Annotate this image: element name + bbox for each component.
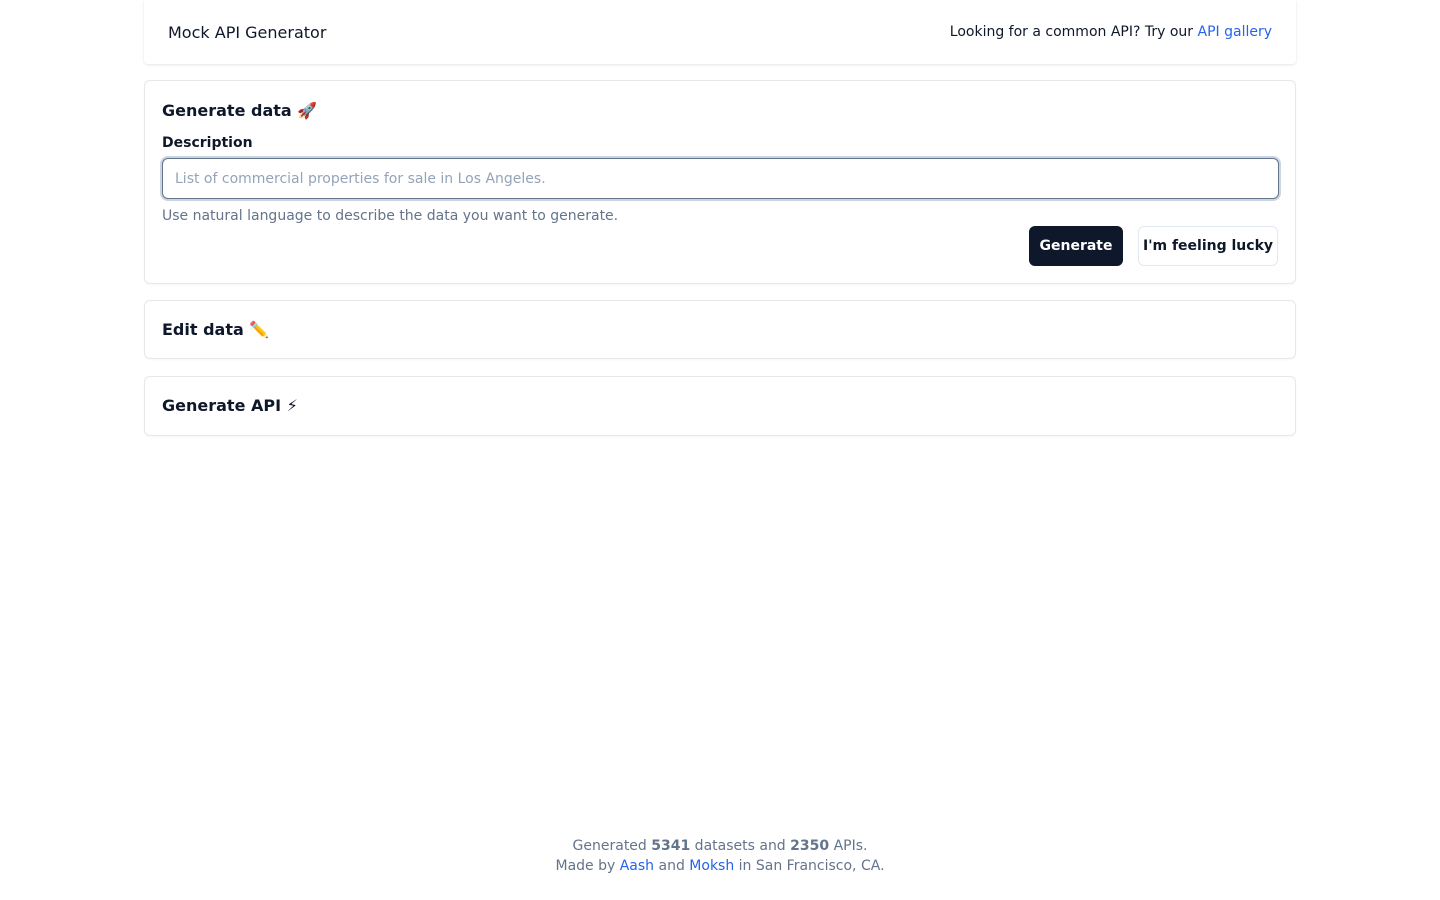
app-title: Mock API Generator (168, 22, 327, 42)
gallery-prompt: Looking for a common API? Try our API ga… (950, 24, 1272, 40)
top-header: Mock API Generator Looking for a common … (144, 0, 1296, 64)
feeling-lucky-button[interactable]: I'm feeling lucky (1138, 226, 1278, 266)
credits-line: Made by Aash and Moksh in San Francisco,… (0, 856, 1440, 876)
author-aash-link[interactable]: Aash (620, 858, 654, 874)
edit-data-title[interactable]: Edit data ✏️ (162, 320, 269, 339)
description-label: Description (162, 135, 253, 151)
generate-data-title[interactable]: Generate data 🚀 (162, 101, 317, 120)
description-input[interactable] (162, 158, 1279, 199)
edit-data-card[interactable]: Edit data ✏️ (144, 300, 1296, 359)
footer: Generated 5341 datasets and 2350 APIs. M… (0, 836, 1440, 876)
author-moksh-link[interactable]: Moksh (689, 858, 734, 874)
description-hint: Use natural language to describe the dat… (162, 208, 619, 224)
api-gallery-link[interactable]: API gallery (1198, 24, 1273, 40)
credits-location: in San Francisco, CA. (734, 858, 885, 874)
generate-data-card: Generate data 🚀 Description Use natural … (144, 80, 1296, 284)
credits-and: and (654, 858, 690, 874)
stats-suffix: APIs. (829, 838, 868, 854)
gallery-prompt-text: Looking for a common API? Try our (949, 24, 1198, 40)
apis-count: 2350 (790, 838, 830, 854)
stats-prefix: Generated (572, 838, 652, 854)
stats-line: Generated 5341 datasets and 2350 APIs. (0, 836, 1440, 856)
generate-api-card[interactable]: Generate API ⚡ (144, 376, 1296, 436)
stats-middle: datasets and (690, 838, 791, 854)
credits-prefix: Made by (555, 858, 620, 874)
generate-api-title[interactable]: Generate API ⚡ (162, 396, 298, 415)
datasets-count: 5341 (651, 838, 691, 854)
generate-button[interactable]: Generate (1029, 226, 1123, 266)
